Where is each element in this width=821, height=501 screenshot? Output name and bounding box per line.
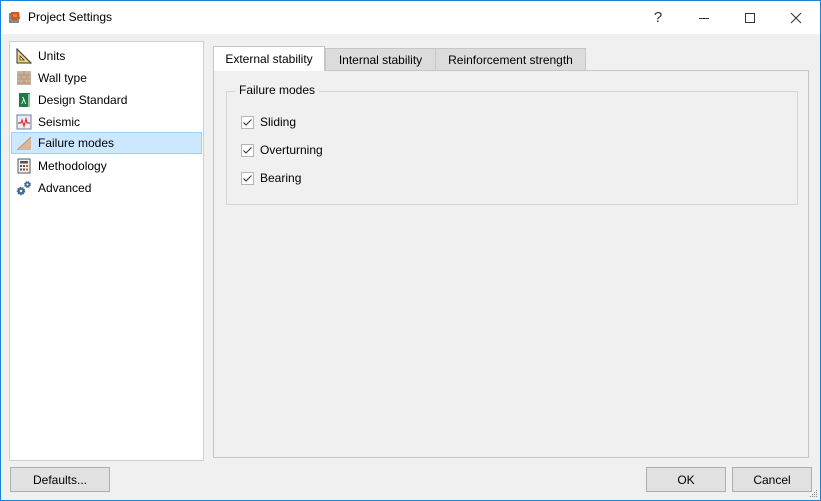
maximize-icon [745,12,755,23]
sidebar-item-methodology[interactable]: Methodology [11,155,202,177]
checkmark-icon [243,174,252,182]
sidebar-item-label: Seismic [38,115,81,129]
sidebar-item-failure-modes[interactable]: Failure modes [11,132,202,154]
ok-button-label: OK [677,472,695,487]
svg-text:λ: λ [21,97,27,107]
cancel-button[interactable]: Cancel [732,467,812,492]
cancel-button-label: Cancel [753,472,791,487]
tab-label: Internal stability [338,53,423,67]
defaults-button-label: Defaults... [32,472,88,487]
minimize-icon [699,17,709,19]
bearing-checkbox[interactable] [241,171,254,185]
sidebar-item-seismic[interactable]: Seismic [11,111,202,133]
sidebar-item-label: Units [38,49,66,63]
failure-modes-groupbox: Failure modes Sliding Overturning Bearin… [226,83,798,205]
app-logo-icon [9,12,20,23]
brick-wall-icon [17,71,31,85]
gears-icon [16,181,31,196]
sidebar-item-label: Advanced [38,181,92,195]
sidebar-item-label: Failure modes [38,136,115,150]
sidebar-item-advanced[interactable]: Advanced [11,177,202,199]
overturning-label: Overturning [260,143,323,157]
bearing-checkbox-row[interactable]: Bearing [241,170,301,186]
defaults-button[interactable]: Defaults... [10,467,110,492]
project-settings-dialog: Project Settings ? Units Wall type λ Des… [0,0,821,501]
external-stability-pane: Failure modes Sliding Overturning Bearin… [213,70,809,458]
resize-grip-icon[interactable] [808,488,818,498]
window-title: Project Settings [28,10,113,24]
sliding-checkbox[interactable] [241,115,254,129]
minimize-button[interactable] [681,1,727,34]
checkmark-icon [243,146,252,154]
sidebar-item-units[interactable]: Units [11,45,202,67]
maximize-button[interactable] [727,1,773,34]
ok-button[interactable]: OK [646,467,726,492]
slope-wedge-icon [16,136,32,151]
close-icon [790,12,802,23]
set-square-icon [16,48,32,64]
sliding-checkbox-row[interactable]: Sliding [241,114,296,130]
calculator-icon [17,158,31,174]
sidebar-item-label: Design Standard [38,93,128,107]
tab-external-stability[interactable]: External stability [213,46,325,71]
sidebar-item-label: Methodology [38,159,107,173]
help-icon: ? [653,9,663,26]
overturning-checkbox-row[interactable]: Overturning [241,142,323,158]
tab-reinforcement-strength[interactable]: Reinforcement strength [435,48,586,71]
settings-category-list: Units Wall type λ Design Standard Seismi… [9,41,204,461]
seismograph-icon [16,114,32,130]
checkmark-icon [243,118,252,126]
sidebar-item-design-standard[interactable]: λ Design Standard [11,89,202,111]
tab-label: External stability [225,52,313,66]
sliding-label: Sliding [260,115,297,129]
tab-label: Reinforcement strength [448,53,573,67]
tab-internal-stability[interactable]: Internal stability [325,48,436,71]
title-bar: Project Settings ? [1,1,820,34]
overturning-checkbox[interactable] [241,143,254,157]
groupbox-title: Failure modes [235,83,320,97]
sidebar-item-label: Wall type [38,71,87,85]
bearing-label: Bearing [260,171,302,185]
design-standard-book-icon: λ [19,93,30,107]
help-button[interactable]: ? [635,1,681,34]
close-button[interactable] [773,1,819,34]
sidebar-item-wall-type[interactable]: Wall type [11,67,202,89]
